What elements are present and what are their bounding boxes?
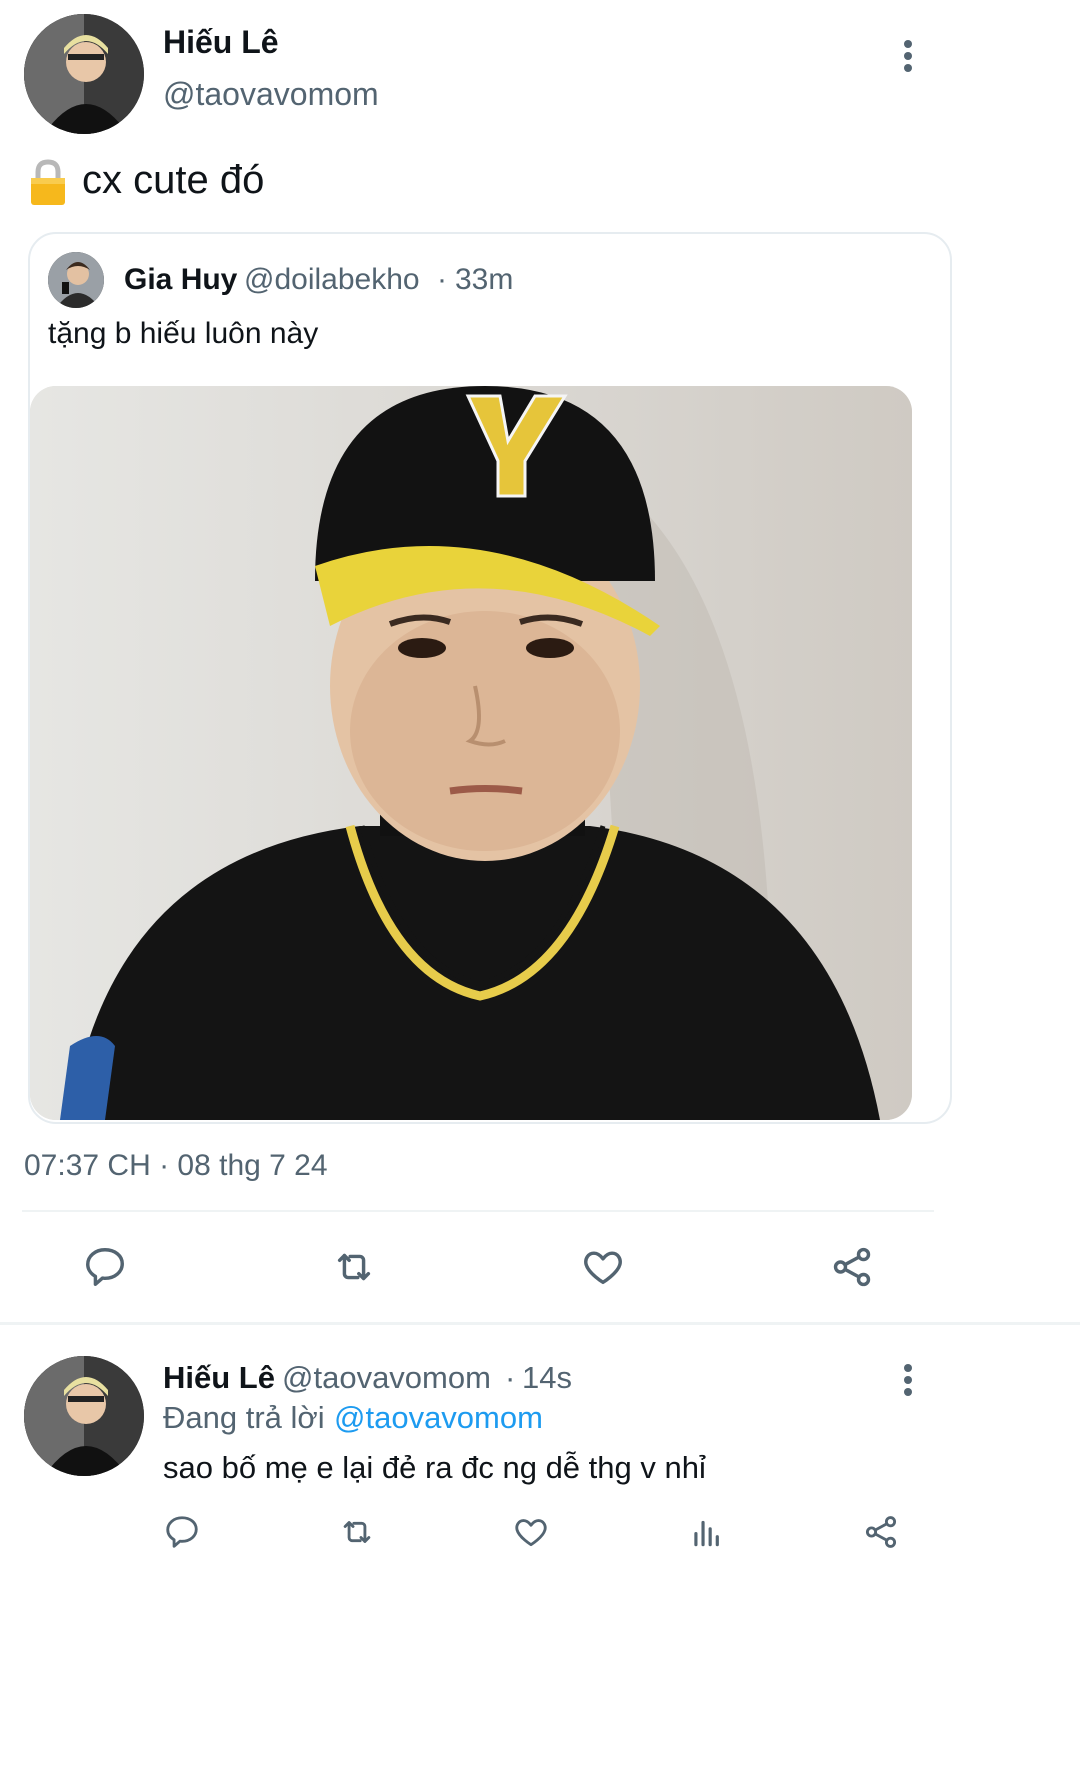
tweet-text: cx cute đó	[82, 158, 265, 202]
quoted-author-avatar[interactable]	[48, 252, 104, 308]
reply-author-name[interactable]: Hiếu Lê	[163, 1360, 275, 1396]
more-options-icon[interactable]	[896, 36, 920, 76]
author-name[interactable]: Hiếu Lê	[163, 24, 279, 61]
section-divider	[0, 1322, 1080, 1325]
like-icon[interactable]	[580, 1244, 626, 1290]
analytics-icon[interactable]	[688, 1513, 726, 1551]
quoted-tweet-photo[interactable]	[30, 386, 912, 1120]
replying-to-handle[interactable]: @taovavomom	[334, 1400, 543, 1436]
reply-time[interactable]: 14s	[522, 1360, 572, 1396]
quoted-tweet-text: tặng b hiếu luôn này	[48, 317, 319, 350]
replying-to-prefix: Đang trả lời	[163, 1400, 325, 1435]
reply-separator: ·	[505, 1360, 516, 1395]
quoted-separator: ·	[437, 263, 447, 296]
reply-author-handle[interactable]: @taovavomom	[282, 1360, 491, 1396]
author-avatar[interactable]	[24, 14, 144, 134]
avatar-image	[24, 14, 144, 134]
reply-reply-icon[interactable]	[163, 1513, 201, 1551]
quoted-author-name[interactable]: Gia Huy	[124, 263, 237, 297]
reply-avatar-image	[24, 1356, 144, 1476]
quoted-avatar-image	[48, 252, 104, 308]
quoted-author-handle[interactable]: @doilabekho	[244, 263, 420, 297]
retweet-icon[interactable]	[330, 1244, 378, 1290]
reply-share-icon[interactable]	[862, 1513, 900, 1551]
lock-icon	[28, 158, 68, 206]
tweet-timestamp[interactable]: 07:37 CH · 08 thg 7 24	[24, 1149, 328, 1183]
reply-author-avatar[interactable]	[24, 1356, 144, 1476]
divider	[22, 1210, 934, 1212]
quoted-time[interactable]: 33m	[455, 263, 513, 297]
reply-like-icon[interactable]	[512, 1513, 550, 1551]
reply-icon[interactable]	[82, 1244, 128, 1290]
author-handle[interactable]: @taovavomom	[163, 76, 379, 113]
reply-text: sao bố mẹ e lại đẻ ra đc ng dễ thg v nhỉ	[163, 1450, 706, 1485]
reply-more-options-icon[interactable]	[896, 1360, 920, 1400]
reply-retweet-icon[interactable]	[337, 1513, 377, 1551]
share-icon[interactable]	[829, 1244, 875, 1290]
